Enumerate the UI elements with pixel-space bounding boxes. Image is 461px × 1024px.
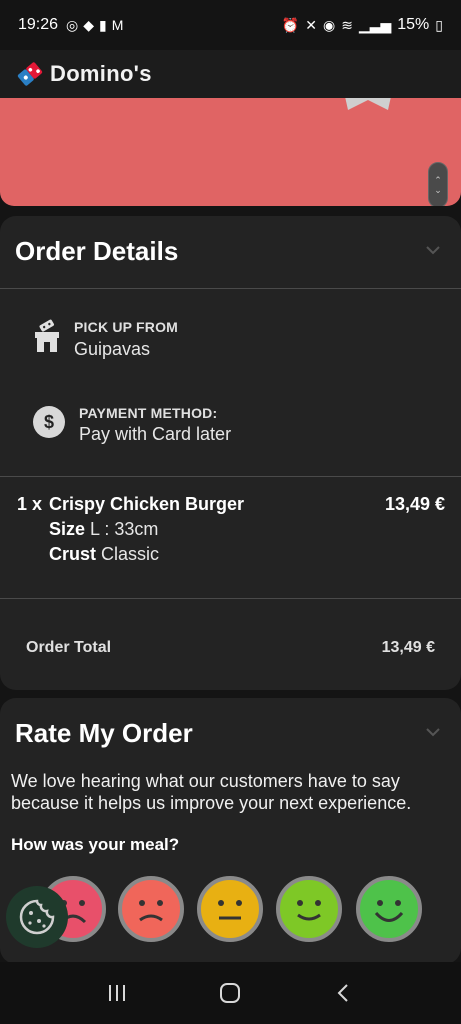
rate-order-card: Rate My Order We love hearing what our c… — [0, 698, 461, 964]
system-nav-bar — [0, 962, 461, 1024]
rate-order-title: Rate My Order — [15, 718, 193, 748]
promo-banner: ⌃ ⌄ — [0, 98, 461, 206]
pickup-store: Guipavas — [74, 339, 151, 359]
battery-percent: 15% — [397, 16, 430, 33]
chevron-up-icon: ⌃ — [434, 175, 442, 185]
chevron-down-icon[interactable] — [425, 724, 441, 740]
wifi-icon: ≋ — [341, 16, 353, 33]
order-details-card: Order Details PICK UP FROM Guipavas $ PA… — [0, 216, 461, 690]
rate-intro-text: We love hearing what our customers have … — [11, 771, 412, 813]
home-icon[interactable] — [218, 981, 242, 1005]
divider — [0, 476, 461, 477]
status-bar: 19:26 ◎ ◆ ▮ M ⏰ ✕ ◉ ≋ ▁▃▅ 15% ▯ — [0, 0, 461, 50]
face-very-good-button[interactable] — [356, 876, 422, 942]
star-icon — [345, 98, 391, 110]
status-time: 19:26 — [18, 16, 59, 33]
notification-icons: ◎ ◆ ▮ M — [66, 17, 123, 34]
payment-method: Pay with Card later — [79, 424, 232, 444]
order-details-title: Order Details — [15, 236, 179, 266]
item-name: Crispy Chicken Burger — [49, 494, 245, 514]
pickup-label: PICK UP FROM — [74, 319, 179, 335]
item-size: Size L : 33cm — [49, 519, 158, 540]
payment-label: PAYMENT METHOD: — [79, 405, 218, 421]
size-value: L : 33cm — [90, 519, 159, 539]
crust-value: Classic — [101, 544, 160, 564]
cookie-icon — [19, 899, 55, 935]
item-crust: Crust Classic — [49, 544, 159, 565]
hotspot-icon: ◉ — [322, 16, 336, 33]
cookie-settings-button[interactable] — [6, 886, 68, 948]
smile-face-icon — [297, 900, 321, 921]
store-icon — [35, 319, 59, 352]
chevron-down-icon: ⌄ — [434, 185, 442, 195]
neutral-face-icon — [218, 900, 242, 920]
face-neutral-button[interactable] — [197, 876, 263, 942]
rate-question: How was your meal? — [11, 835, 180, 854]
sad-face-icon — [139, 900, 163, 922]
divider — [0, 598, 461, 599]
face-bad-button[interactable] — [118, 876, 184, 942]
big-smile-face-icon — [374, 900, 404, 922]
dollar-icon: $ — [33, 406, 65, 438]
item-price: 13,49 € — [384, 494, 445, 514]
game-icon: ◆ — [83, 16, 95, 33]
phone-icon: ▮ — [99, 16, 107, 33]
order-total-label: Order Total — [26, 639, 112, 656]
chevron-down-icon[interactable] — [425, 242, 441, 258]
app-header: Domino's — [0, 50, 461, 98]
battery-icon: ▯ — [435, 16, 443, 33]
back-icon[interactable] — [332, 981, 356, 1005]
signal-icon: ▁▃▅ — [358, 16, 392, 33]
face-good-button[interactable] — [276, 876, 342, 942]
svg-text:$: $ — [44, 412, 54, 432]
system-icons: ⏰ ✕ ◉ ≋ ▁▃▅ 15% ▯ — [282, 16, 443, 34]
crust-label: Crust — [49, 544, 97, 564]
recent-apps-icon[interactable] — [105, 981, 129, 1005]
gmail-icon: M — [111, 16, 124, 33]
whatsapp-icon: ◎ — [66, 16, 79, 33]
brand-name[interactable]: Domino's — [50, 61, 152, 87]
size-label: Size — [49, 519, 86, 539]
scroll-handle[interactable]: ⌃ ⌄ — [428, 162, 448, 206]
mute-icon: ✕ — [305, 16, 317, 33]
alarm-icon: ⏰ — [281, 16, 300, 33]
item-quantity: 1 x — [17, 494, 43, 514]
divider — [0, 288, 461, 289]
order-total-value: 13,49 € — [381, 639, 435, 656]
dominos-logo-icon[interactable] — [14, 58, 46, 90]
